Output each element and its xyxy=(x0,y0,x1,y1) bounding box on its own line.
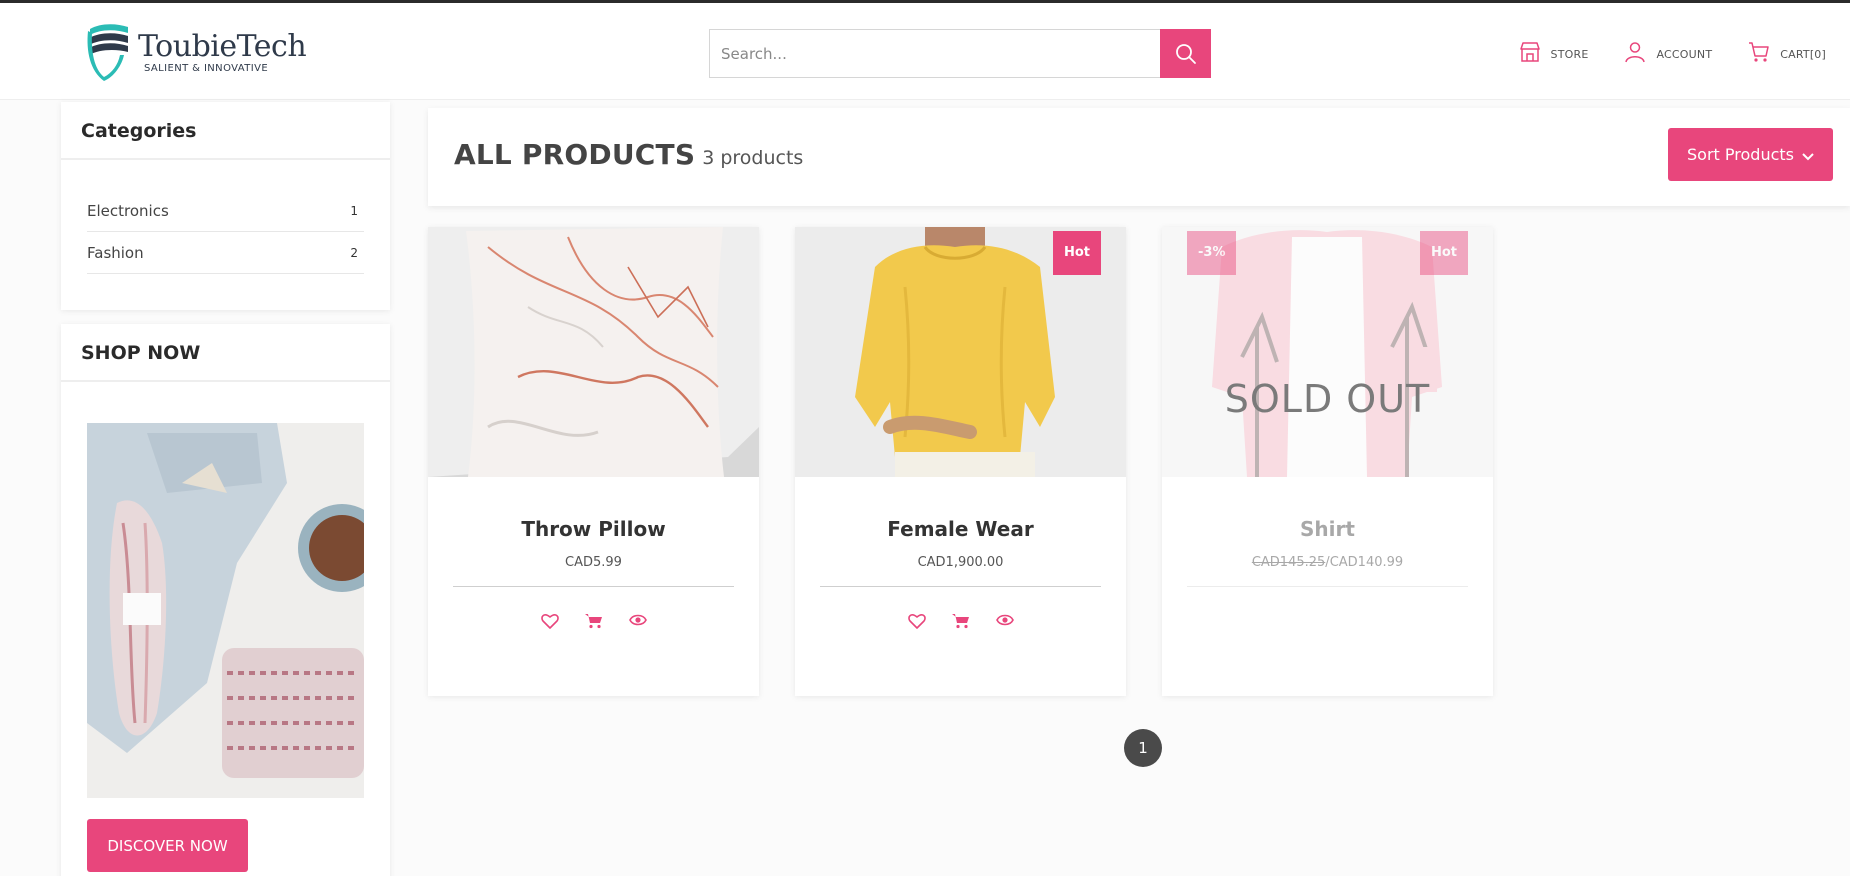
wishlist-button[interactable] xyxy=(907,613,926,629)
heart-icon xyxy=(907,614,926,629)
shop-photo xyxy=(87,423,364,798)
eye-icon xyxy=(995,614,1014,626)
product-price: CAD5.99 xyxy=(565,555,622,570)
product-actions xyxy=(795,613,1126,629)
shop-now-title: SHOP NOW xyxy=(61,324,390,382)
sort-products-button[interactable]: Sort Products xyxy=(1668,128,1833,181)
throw-pillow-photo xyxy=(428,227,759,477)
sale-price: CAD140.99 xyxy=(1329,555,1404,570)
badge-hot: Hot xyxy=(1052,231,1101,275)
search-button[interactable] xyxy=(1160,29,1211,78)
add-to-cart-button[interactable] xyxy=(951,613,970,629)
brand-name: ToubieTech xyxy=(138,28,307,64)
store-icon xyxy=(1519,42,1540,62)
divider xyxy=(1187,586,1468,587)
quick-view-button[interactable] xyxy=(995,613,1014,629)
product-price: CAD1,900.00 xyxy=(917,555,1004,570)
heart-icon xyxy=(540,614,559,629)
chevron-down-icon xyxy=(1802,152,1814,160)
search-icon xyxy=(1175,43,1196,64)
product-card[interactable]: -3% Hot SOLD OUT Shirt CAD145.25/CAD140.… xyxy=(1162,227,1493,696)
product-image[interactable] xyxy=(428,227,759,477)
logo-icon xyxy=(87,24,128,81)
product-image[interactable]: -3% Hot SOLD OUT xyxy=(1162,227,1493,477)
cart-icon xyxy=(951,614,969,629)
divider xyxy=(453,586,734,587)
discover-now-button[interactable]: DISCOVER NOW xyxy=(87,819,248,872)
page-title: ALL PRODUCTS xyxy=(454,138,696,171)
category-count: 2 xyxy=(350,245,358,260)
user-icon xyxy=(1625,42,1646,63)
categories-card: Categories Electronics 1 Fashion 2 xyxy=(61,102,390,310)
search-input[interactable] xyxy=(709,29,1160,78)
add-to-cart-button[interactable] xyxy=(584,613,603,629)
categories-title: Categories xyxy=(61,102,390,160)
shop-now-image[interactable] xyxy=(87,423,364,798)
cart-icon xyxy=(584,614,602,629)
brand-logo[interactable]: ToubieTech SALIENT & INNOVATIVE xyxy=(84,21,307,83)
quick-view-button[interactable] xyxy=(628,613,647,629)
nav-store[interactable]: STORE xyxy=(1519,41,1589,63)
category-item-fashion[interactable]: Fashion 2 xyxy=(87,232,364,274)
product-price: CAD145.25/CAD140.99 xyxy=(1162,555,1493,570)
badge-discount: -3% xyxy=(1187,231,1237,275)
product-name[interactable]: Female Wear xyxy=(795,517,1126,541)
product-card[interactable]: Throw Pillow CAD5.99 xyxy=(428,227,759,696)
header-nav: STORE ACCOUNT CART[0] xyxy=(1483,41,1826,63)
old-price: CAD145.25 xyxy=(1251,555,1326,570)
pagination-page-1[interactable]: 1 xyxy=(1124,729,1162,767)
category-name: Fashion xyxy=(87,243,144,262)
nav-cart[interactable]: CART[0] xyxy=(1748,41,1826,63)
products-header: ALL PRODUCTS 3 products Sort Products xyxy=(428,108,1850,206)
product-name[interactable]: Throw Pillow xyxy=(428,517,759,541)
category-name: Electronics xyxy=(87,201,169,220)
category-count: 1 xyxy=(350,203,358,218)
nav-store-label: STORE xyxy=(1550,48,1589,61)
product-count: 3 products xyxy=(702,147,804,169)
eye-icon xyxy=(628,614,647,626)
product-card[interactable]: Hot Female Wear CAD1,900.00 xyxy=(795,227,1126,696)
product-actions xyxy=(428,613,759,629)
search-bar xyxy=(709,29,1211,78)
shop-now-card: SHOP NOW DISCOVER NOW xyxy=(61,324,390,876)
wishlist-button[interactable] xyxy=(540,613,559,629)
category-item-electronics[interactable]: Electronics 1 xyxy=(87,190,364,232)
sold-out-label: SOLD OUT xyxy=(1224,377,1431,421)
nav-cart-label: CART[0] xyxy=(1780,48,1826,61)
product-image[interactable]: Hot xyxy=(795,227,1126,477)
sort-label: Sort Products xyxy=(1687,145,1794,164)
nav-account[interactable]: ACCOUNT xyxy=(1624,41,1712,63)
product-name[interactable]: Shirt xyxy=(1162,517,1493,541)
divider xyxy=(820,586,1101,587)
brand-tagline: SALIENT & INNOVATIVE xyxy=(144,62,269,74)
cart-icon xyxy=(1749,42,1769,62)
nav-account-label: ACCOUNT xyxy=(1656,48,1713,61)
category-list: Electronics 1 Fashion 2 xyxy=(61,160,390,274)
site-header: ToubieTech SALIENT & INNOVATIVE STORE xyxy=(0,3,1850,100)
badge-hot: Hot xyxy=(1419,231,1468,275)
